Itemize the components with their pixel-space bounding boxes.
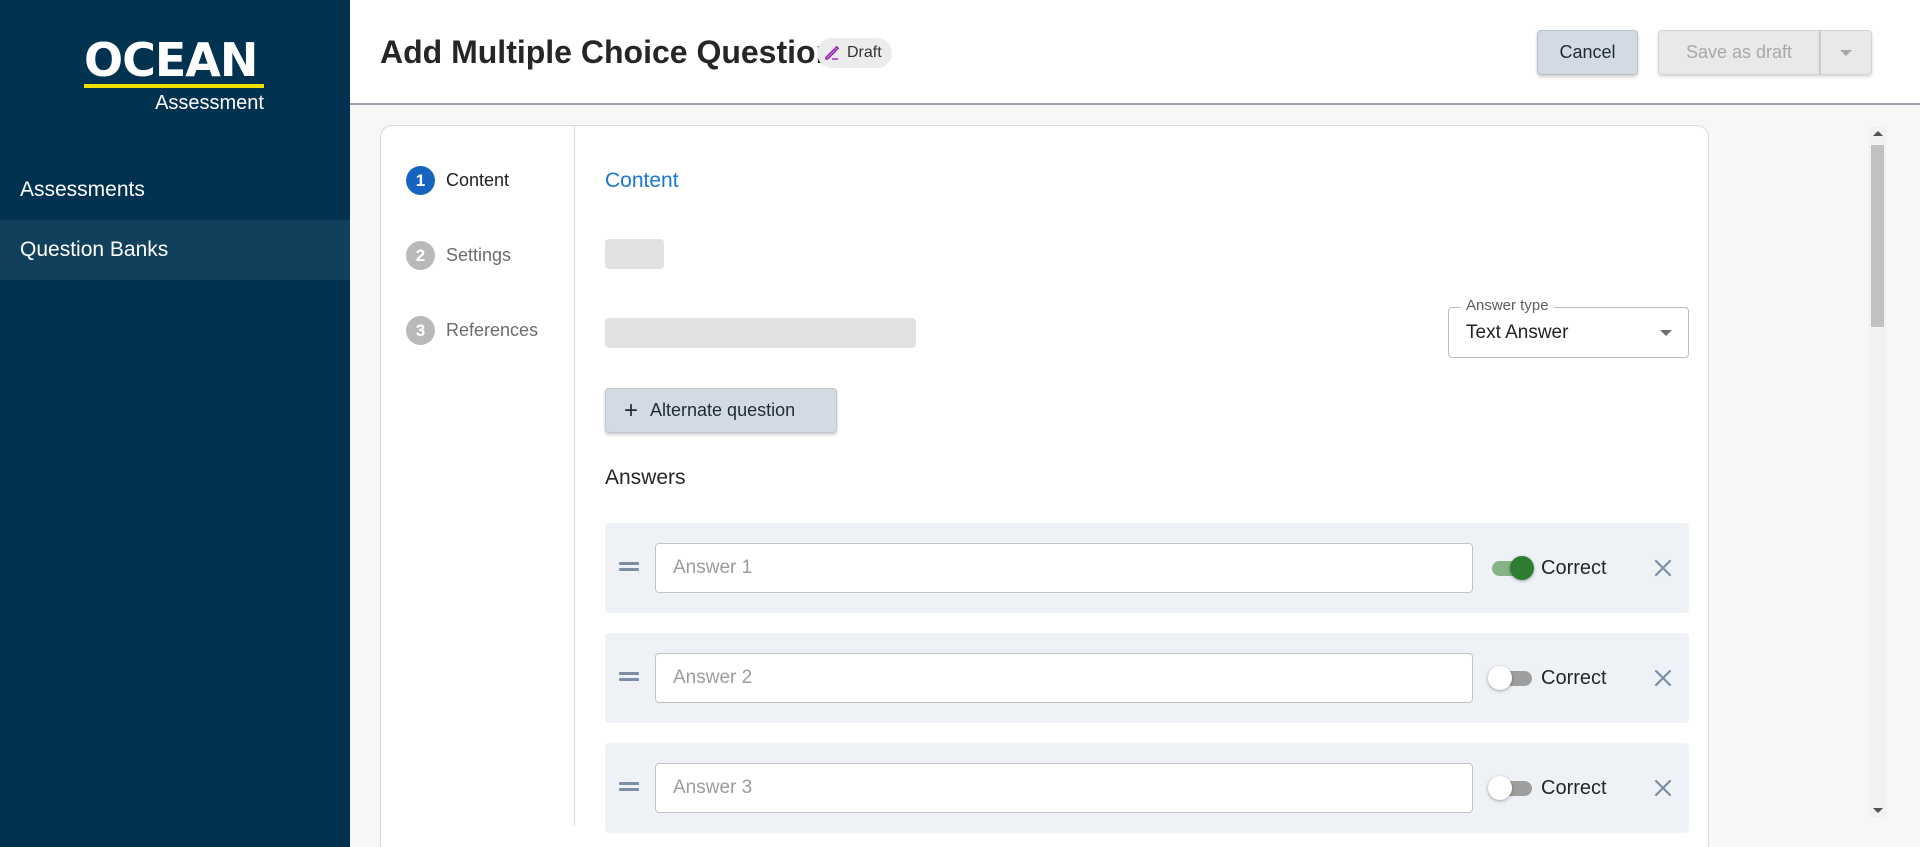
toggle-thumb	[1510, 556, 1534, 580]
answer-type-value: Text Answer	[1466, 322, 1569, 343]
logo-subtitle: Assessment	[155, 92, 264, 114]
answer-type-select[interactable]: Answer type Text Answer	[1448, 297, 1689, 358]
correct-label: Correct	[1541, 667, 1607, 689]
loading-placeholder	[605, 318, 916, 348]
correct-toggle[interactable]	[1488, 666, 1534, 690]
page-header: Add Multiple Choice Question Draft Cance…	[350, 0, 1920, 105]
correct-toggle[interactable]	[1488, 776, 1534, 800]
step-content[interactable]: 1 Content	[406, 166, 509, 195]
close-icon[interactable]	[1653, 558, 1673, 578]
step-number: 1	[406, 166, 435, 195]
section-title: Content	[605, 169, 679, 192]
step-number: 2	[406, 241, 435, 270]
logo-wordmark: OCEAN	[84, 33, 258, 87]
stepper: 1 Content 2 Settings 3 References	[381, 126, 575, 826]
sidebar-item-assessments[interactable]: Assessments	[0, 160, 350, 220]
status-badge-label: Draft	[847, 44, 882, 61]
drag-handle-icon[interactable]	[619, 562, 639, 572]
scroll-down-arrow-icon[interactable]	[1873, 808, 1883, 813]
cancel-button[interactable]: Cancel	[1537, 30, 1638, 75]
dropdown-arrow-icon	[1660, 330, 1672, 336]
status-badge: Draft	[817, 38, 892, 68]
sidebar-item-question-banks[interactable]: Question Banks	[0, 220, 350, 280]
answers-heading: Answers	[605, 466, 686, 489]
question-form-card: 1 Content 2 Settings 3 References Conten…	[380, 125, 1709, 847]
drag-handle-icon[interactable]	[619, 782, 639, 792]
step-label: Settings	[446, 245, 512, 265]
step-label: References	[446, 320, 539, 340]
scrollbar[interactable]	[1869, 127, 1886, 817]
correct-toggle[interactable]	[1488, 556, 1534, 580]
answer-input[interactable]	[655, 763, 1473, 813]
alternate-question-label: Alternate question	[650, 400, 796, 420]
ocean-assessment-logo[interactable]: OCEAN Assessment	[84, 36, 266, 115]
plus-icon: +	[624, 396, 639, 424]
correct-label: Correct	[1541, 777, 1607, 799]
chevron-down-icon	[1840, 49, 1852, 56]
save-options-button[interactable]	[1820, 30, 1872, 75]
answer-input[interactable]	[655, 543, 1473, 593]
page-title: Add Multiple Choice Question	[380, 34, 836, 70]
step-references[interactable]: 3 References	[406, 316, 538, 345]
toggle-thumb	[1488, 776, 1512, 800]
answer-row: Correct	[605, 523, 1689, 613]
close-icon[interactable]	[1653, 668, 1673, 688]
scroll-up-arrow-icon[interactable]	[1873, 131, 1883, 136]
scrollbar-thumb[interactable]	[1871, 145, 1884, 327]
sidebar-nav: Assessments Question Banks	[0, 160, 350, 280]
answer-row: Correct	[605, 633, 1689, 723]
close-icon[interactable]	[1653, 778, 1673, 798]
alternate-question-button[interactable]: + Alternate question	[605, 388, 837, 433]
pencil-icon	[825, 45, 840, 60]
toggle-thumb	[1488, 666, 1512, 690]
step-label: Content	[446, 170, 510, 190]
loading-placeholder	[605, 239, 664, 269]
correct-label: Correct	[1541, 557, 1607, 579]
step-number: 3	[406, 316, 435, 345]
sidebar: OCEAN Assessment Assessments Question Ba…	[0, 0, 350, 847]
save-as-draft-button[interactable]: Save as draft	[1658, 30, 1820, 75]
drag-handle-icon[interactable]	[619, 672, 639, 682]
answer-input[interactable]	[655, 653, 1473, 703]
answer-row: Correct	[605, 743, 1689, 833]
step-settings[interactable]: 2 Settings	[406, 241, 511, 270]
answer-type-label: Answer type	[1461, 297, 1554, 314]
